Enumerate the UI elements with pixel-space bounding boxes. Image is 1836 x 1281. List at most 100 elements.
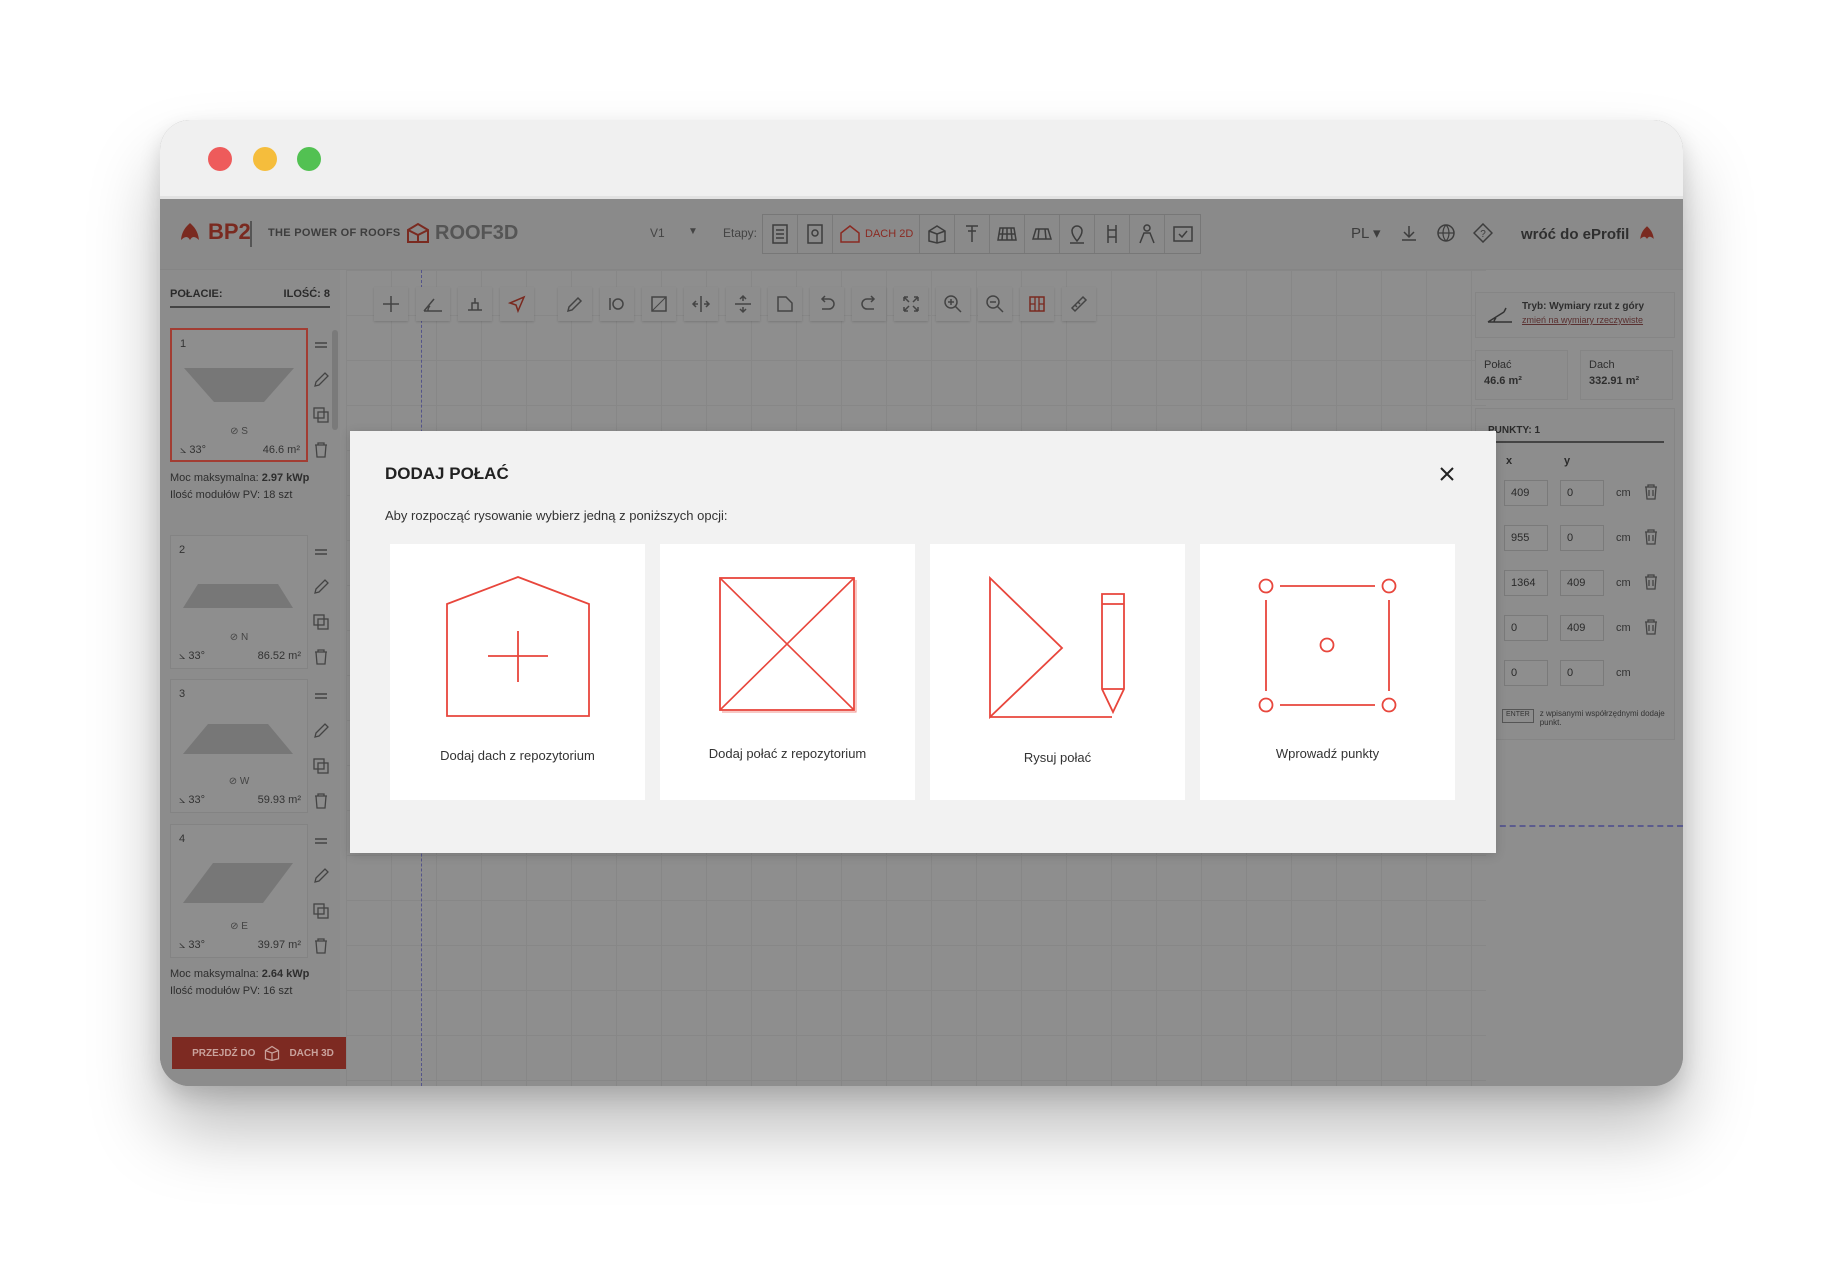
- language-label: PL: [1351, 225, 1369, 242]
- plane-angle: ⦣ 33°: [179, 794, 206, 806]
- stage-document[interactable]: [763, 215, 798, 253]
- roof-angle-tool[interactable]: [416, 287, 450, 321]
- drag-handle-icon[interactable]: [312, 832, 330, 850]
- minimize-window-button[interactable]: [253, 147, 277, 171]
- change-mode-link[interactable]: zmień na wymiary rzeczywiste: [1522, 315, 1643, 325]
- zoom-out-tool[interactable]: [978, 287, 1012, 321]
- split-vertical-tool[interactable]: [684, 287, 718, 321]
- trash-icon[interactable]: [1644, 529, 1658, 545]
- planes-scrollbar[interactable]: [332, 330, 338, 430]
- point-y-input[interactable]: 0: [1560, 525, 1604, 551]
- option-label: Dodaj połać z repozytorium: [708, 746, 867, 761]
- stage-layout[interactable]: [1025, 215, 1061, 253]
- undo-tool[interactable]: [810, 287, 844, 321]
- panels-view-tool[interactable]: [1020, 287, 1054, 321]
- plane-4-tools: [312, 832, 334, 972]
- edit-pencil-icon[interactable]: [312, 578, 330, 596]
- globe-icon[interactable]: [1436, 223, 1456, 243]
- stage-dach-2d[interactable]: DACH 2D: [833, 215, 921, 253]
- plane-shape-thumbnail: [183, 584, 293, 608]
- point-x-input[interactable]: 409: [1504, 480, 1548, 506]
- trash-icon[interactable]: [1644, 574, 1658, 590]
- close-icon[interactable]: [1438, 465, 1456, 483]
- stage-dach-3d[interactable]: [920, 215, 956, 253]
- drag-handle-icon[interactable]: [312, 543, 330, 561]
- goto-dach-3d-button[interactable]: PRZEJDŹ DO DACH 3D: [172, 1037, 354, 1069]
- point-x-input[interactable]: 0: [1504, 660, 1548, 686]
- fit-view-tool[interactable]: [894, 287, 928, 321]
- stage-wiring[interactable]: [1095, 215, 1131, 253]
- trash-icon[interactable]: [312, 441, 330, 459]
- point-x-input[interactable]: 0: [1504, 615, 1548, 641]
- rotate-shape-tool[interactable]: [768, 287, 802, 321]
- back-to-eprofil-link[interactable]: wróć do eProfil: [1521, 224, 1656, 243]
- stage-installer[interactable]: [1130, 215, 1166, 253]
- trash-icon[interactable]: [1644, 484, 1658, 500]
- point-y-input[interactable]: 0: [1560, 480, 1604, 506]
- download-icon[interactable]: [1399, 223, 1419, 243]
- redo-tool[interactable]: [852, 287, 886, 321]
- caret-down-icon[interactable]: ▼: [688, 226, 698, 237]
- obstacle-tool[interactable]: [458, 287, 492, 321]
- document-icon: [772, 224, 788, 244]
- plane-area: 59.93 m²: [257, 794, 301, 806]
- stage-data[interactable]: [798, 215, 833, 253]
- stages-bar: DACH 2D: [762, 214, 1202, 254]
- help-icon[interactable]: ?: [1473, 223, 1493, 243]
- point-y-input[interactable]: 0: [1560, 660, 1604, 686]
- language-select[interactable]: PL ▾: [1351, 224, 1381, 242]
- trash-icon[interactable]: [1644, 619, 1658, 635]
- summary-icon: [1173, 226, 1193, 242]
- maximize-window-button[interactable]: [297, 147, 321, 171]
- plane-card-1[interactable]: 1 ⊘ S ⦣ 33° 46.6 m²: [170, 328, 308, 462]
- point-tool[interactable]: [600, 287, 634, 321]
- duplicate-icon[interactable]: [312, 902, 330, 920]
- plane-shape-thumbnail: [184, 368, 294, 402]
- point-y-input[interactable]: 409: [1560, 570, 1604, 596]
- add-tool[interactable]: [374, 287, 408, 321]
- zoom-in-tool[interactable]: [936, 287, 970, 321]
- stage-location[interactable]: [1060, 215, 1096, 253]
- brand-logo[interactable]: BP2: [178, 219, 251, 245]
- draw-tool[interactable]: [558, 287, 592, 321]
- drag-handle-icon[interactable]: [312, 687, 330, 705]
- option-add-roof-from-repository[interactable]: Dodaj dach z repozytorium: [390, 544, 645, 800]
- point-x-input[interactable]: 955: [1504, 525, 1548, 551]
- measure-tool[interactable]: [1062, 287, 1096, 321]
- trash-icon[interactable]: [312, 648, 330, 666]
- trash-icon[interactable]: [312, 937, 330, 955]
- duplicate-icon[interactable]: [312, 613, 330, 631]
- point-x-input[interactable]: 1364: [1504, 570, 1548, 596]
- drawing-toolbar: [374, 287, 1104, 321]
- plane-card-3[interactable]: 3 ⊘ W ⦣ 33° 59.93 m²: [170, 679, 308, 813]
- drag-handle-icon[interactable]: [312, 336, 330, 354]
- stages-label: Etapy:: [723, 226, 758, 240]
- direction-tool[interactable]: [500, 287, 534, 321]
- stage-panels[interactable]: [990, 215, 1026, 253]
- column-y: y: [1564, 455, 1571, 467]
- duplicate-icon[interactable]: [312, 757, 330, 775]
- unit-label: cm: [1616, 622, 1631, 634]
- stage-summary[interactable]: [1165, 215, 1200, 253]
- close-window-button[interactable]: [208, 147, 232, 171]
- active-stage-label: DACH 2D: [865, 228, 914, 240]
- edit-pencil-icon[interactable]: [312, 867, 330, 885]
- plane-card-2[interactable]: 2 ⊘ N ⦣ 33° 86.52 m²: [170, 535, 308, 669]
- trash-icon[interactable]: [312, 792, 330, 810]
- edit-pencil-icon[interactable]: [312, 722, 330, 740]
- crop-square-icon: [651, 296, 667, 312]
- split-horizontal-tool[interactable]: [726, 287, 760, 321]
- planes-count: ILOŚĆ: 8: [283, 288, 330, 300]
- version-select[interactable]: V1: [650, 226, 665, 240]
- edit-pencil-icon[interactable]: [312, 371, 330, 389]
- duplicate-icon[interactable]: [312, 406, 330, 424]
- option-add-plane-from-repository[interactable]: Dodaj połać z repozytorium: [660, 544, 915, 800]
- stage-mounting[interactable]: [955, 215, 991, 253]
- rectangle-tool[interactable]: [642, 287, 676, 321]
- modal-title: DODAJ POŁAĆ: [385, 464, 509, 483]
- plane-card-4[interactable]: 4 ⊘ E ⦣ 33° 39.97 m²: [170, 824, 308, 958]
- option-enter-points[interactable]: Wprowadź punkty: [1200, 544, 1455, 800]
- option-draw-plane[interactable]: Rysuj połać: [930, 544, 1185, 800]
- roof-angle-icon: [423, 298, 442, 312]
- point-y-input[interactable]: 409: [1560, 615, 1604, 641]
